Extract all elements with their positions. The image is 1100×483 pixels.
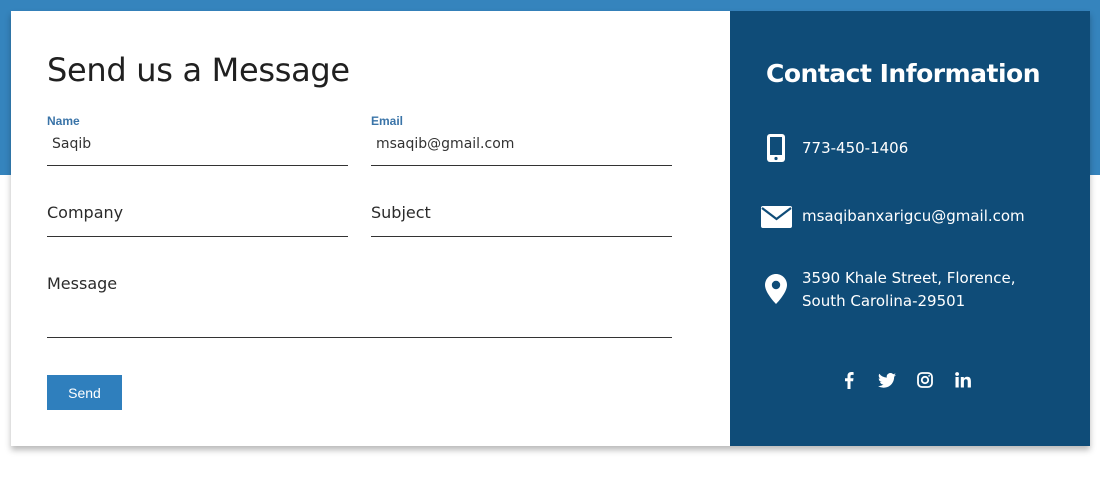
company-field[interactable]: Company xyxy=(47,196,348,237)
address-row: 3590 Khale Street, Florence, South Carol… xyxy=(760,267,1016,313)
email-value: msaqib@gmail.com xyxy=(376,136,515,152)
email-field[interactable]: msaqib@gmail.com xyxy=(371,129,672,166)
form-title: Send us a Message xyxy=(47,51,350,89)
company-placeholder: Company xyxy=(47,203,124,222)
message-placeholder: Message xyxy=(47,274,118,293)
message-form: Send us a Message Name Saqib Email msaqi… xyxy=(11,11,730,446)
envelope-icon xyxy=(760,206,792,228)
subject-placeholder: Subject xyxy=(371,203,431,222)
subject-field[interactable]: Subject xyxy=(371,196,672,237)
email-row: msaqibanxarigcu@gmail.com xyxy=(760,206,1025,228)
send-button[interactable]: Send xyxy=(47,375,122,410)
name-label: Name xyxy=(47,114,80,128)
contact-title: Contact Information xyxy=(766,59,1041,88)
phone-icon xyxy=(760,133,792,163)
social-links xyxy=(840,371,972,389)
map-pin-icon xyxy=(760,274,792,304)
linkedin-icon[interactable] xyxy=(954,371,972,389)
phone-row: 773-450-1406 xyxy=(760,133,908,163)
contact-info-panel: Contact Information 773-450-1406 msaqiba… xyxy=(730,11,1090,446)
email-label: Email xyxy=(371,114,404,128)
twitter-icon[interactable] xyxy=(878,371,896,389)
phone-number[interactable]: 773-450-1406 xyxy=(802,137,908,160)
name-value: Saqib xyxy=(52,136,92,152)
facebook-icon[interactable] xyxy=(840,371,858,389)
instagram-icon[interactable] xyxy=(916,371,934,389)
contact-email[interactable]: msaqibanxarigcu@gmail.com xyxy=(802,205,1025,228)
contact-card: Send us a Message Name Saqib Email msaqi… xyxy=(11,11,1090,446)
name-field[interactable]: Saqib xyxy=(47,129,348,166)
message-field[interactable]: Message xyxy=(47,267,672,338)
contact-address: 3590 Khale Street, Florence, South Carol… xyxy=(802,269,1016,310)
